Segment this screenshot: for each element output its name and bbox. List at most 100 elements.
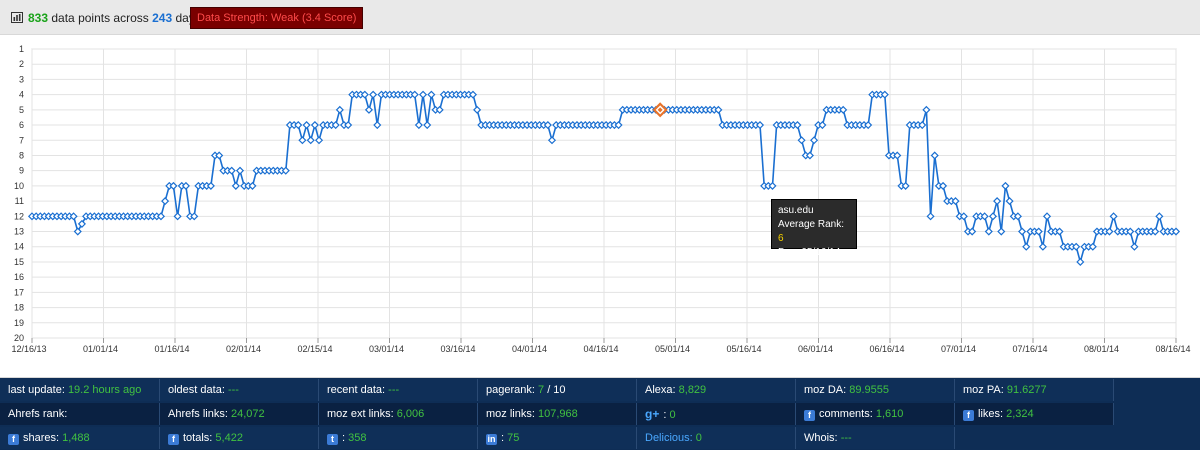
data-point[interactable] bbox=[1055, 227, 1064, 236]
data-point[interactable] bbox=[427, 90, 436, 99]
data-point[interactable] bbox=[1130, 242, 1139, 251]
data-point[interactable] bbox=[331, 121, 340, 130]
data-point[interactable] bbox=[543, 121, 552, 130]
y-tick-label: 12 bbox=[14, 211, 24, 221]
data-point[interactable] bbox=[1151, 227, 1160, 236]
data-point[interactable] bbox=[156, 212, 166, 221]
data-point[interactable] bbox=[984, 227, 993, 236]
data-point[interactable] bbox=[880, 90, 889, 99]
data-point[interactable] bbox=[1088, 242, 1097, 251]
data-point[interactable] bbox=[714, 105, 723, 114]
data-point[interactable] bbox=[298, 136, 307, 145]
data-point[interactable] bbox=[1105, 227, 1114, 236]
data-point[interactable] bbox=[418, 90, 428, 99]
data-point[interactable] bbox=[468, 90, 478, 99]
data-point[interactable] bbox=[810, 136, 819, 145]
data-point[interactable] bbox=[73, 227, 82, 236]
data-point[interactable] bbox=[922, 105, 931, 114]
data-point[interactable] bbox=[294, 121, 303, 130]
linkedin-icon: in bbox=[486, 434, 497, 445]
data-point[interactable] bbox=[435, 105, 444, 114]
data-point[interactable] bbox=[993, 197, 1002, 206]
data-point[interactable] bbox=[980, 212, 989, 221]
stat-pagerank: pagerank: 7 / 10 bbox=[478, 379, 637, 401]
data-point[interactable] bbox=[344, 121, 353, 130]
data-point[interactable] bbox=[1076, 257, 1085, 266]
data-point[interactable] bbox=[281, 166, 290, 175]
x-tick-label: 01/01/14 bbox=[83, 344, 118, 354]
data-point[interactable] bbox=[926, 212, 935, 221]
data-point[interactable] bbox=[373, 121, 382, 130]
data-point[interactable] bbox=[1042, 212, 1052, 221]
data-point[interactable] bbox=[227, 166, 236, 175]
data-point[interactable] bbox=[755, 121, 765, 130]
data-point[interactable] bbox=[893, 151, 902, 160]
data-point[interactable] bbox=[215, 151, 224, 160]
data-point[interactable] bbox=[414, 121, 423, 130]
data-point[interactable] bbox=[360, 90, 369, 99]
data-point[interactable] bbox=[473, 105, 482, 114]
data-point[interactable] bbox=[864, 121, 873, 130]
data-point[interactable] bbox=[1155, 212, 1164, 221]
data-point[interactable] bbox=[547, 136, 557, 145]
data-point[interactable] bbox=[169, 181, 178, 190]
facebook-icon: f bbox=[8, 434, 19, 445]
data-point[interactable] bbox=[369, 90, 378, 99]
data-point[interactable] bbox=[235, 166, 245, 175]
data-point[interactable] bbox=[968, 227, 977, 236]
data-point[interactable] bbox=[181, 181, 190, 190]
data-point[interactable] bbox=[997, 227, 1006, 236]
data-point[interactable] bbox=[335, 105, 344, 114]
data-point[interactable] bbox=[1072, 242, 1081, 251]
stat-label: : bbox=[342, 432, 346, 444]
data-point[interactable] bbox=[901, 181, 910, 190]
data-point[interactable] bbox=[364, 105, 374, 114]
data-point[interactable] bbox=[190, 212, 199, 221]
data-point[interactable] bbox=[1171, 227, 1181, 236]
rank-chart: 1 2 3 4 5 6 7 8 9 10 11 12 13 14 15 16 17 18 19 20 12/16/13… bbox=[0, 34, 1200, 378]
data-point[interactable] bbox=[310, 121, 319, 130]
data-point[interactable] bbox=[918, 121, 927, 130]
data-point[interactable] bbox=[69, 212, 78, 221]
data-point[interactable] bbox=[930, 151, 939, 160]
data-point[interactable] bbox=[410, 90, 419, 99]
data-point[interactable] bbox=[248, 181, 257, 190]
data-point[interactable] bbox=[797, 136, 806, 145]
data-point[interactable] bbox=[1109, 212, 1118, 221]
data-point[interactable] bbox=[206, 181, 215, 190]
data-point[interactable] bbox=[839, 105, 848, 114]
data-point[interactable] bbox=[793, 121, 802, 130]
data-point[interactable] bbox=[1126, 227, 1135, 236]
data-point[interactable] bbox=[768, 181, 777, 190]
data-point[interactable] bbox=[302, 121, 311, 130]
y-tick-label: 18 bbox=[14, 303, 24, 313]
data-point[interactable] bbox=[1018, 227, 1027, 236]
data-point[interactable] bbox=[1013, 212, 1022, 221]
data-point[interactable] bbox=[614, 121, 623, 130]
data-point[interactable] bbox=[805, 151, 814, 160]
data-point[interactable] bbox=[938, 181, 948, 190]
data-point[interactable] bbox=[1001, 181, 1010, 190]
data-point[interactable] bbox=[77, 219, 86, 228]
stat-value: --- bbox=[840, 432, 852, 444]
data-point[interactable] bbox=[818, 121, 827, 130]
data-point[interactable] bbox=[161, 197, 170, 206]
data-point[interactable] bbox=[951, 197, 960, 206]
data-strength-badge[interactable]: Data Strength: Weak (3.4 Score) bbox=[190, 7, 364, 29]
data-point[interactable] bbox=[1038, 242, 1047, 251]
data-point[interactable] bbox=[306, 136, 315, 145]
data-point[interactable] bbox=[314, 136, 324, 145]
data-point[interactable] bbox=[423, 121, 432, 130]
data-point[interactable] bbox=[1005, 197, 1014, 206]
facebook-icon: f bbox=[963, 410, 974, 421]
data-point[interactable] bbox=[988, 212, 998, 221]
stats-panel: last update: 19.2 hours ago oldest data:… bbox=[0, 378, 1200, 450]
stat-label: pagerank: bbox=[486, 384, 535, 396]
stat-label: : bbox=[501, 432, 505, 444]
tooltip-domain: asu.edu bbox=[778, 205, 814, 216]
data-point[interactable] bbox=[1034, 227, 1043, 236]
days-count: 243 bbox=[152, 11, 173, 25]
data-point[interactable] bbox=[231, 181, 240, 190]
data-point[interactable] bbox=[1022, 242, 1031, 251]
y-tick-label: 4 bbox=[19, 90, 24, 100]
